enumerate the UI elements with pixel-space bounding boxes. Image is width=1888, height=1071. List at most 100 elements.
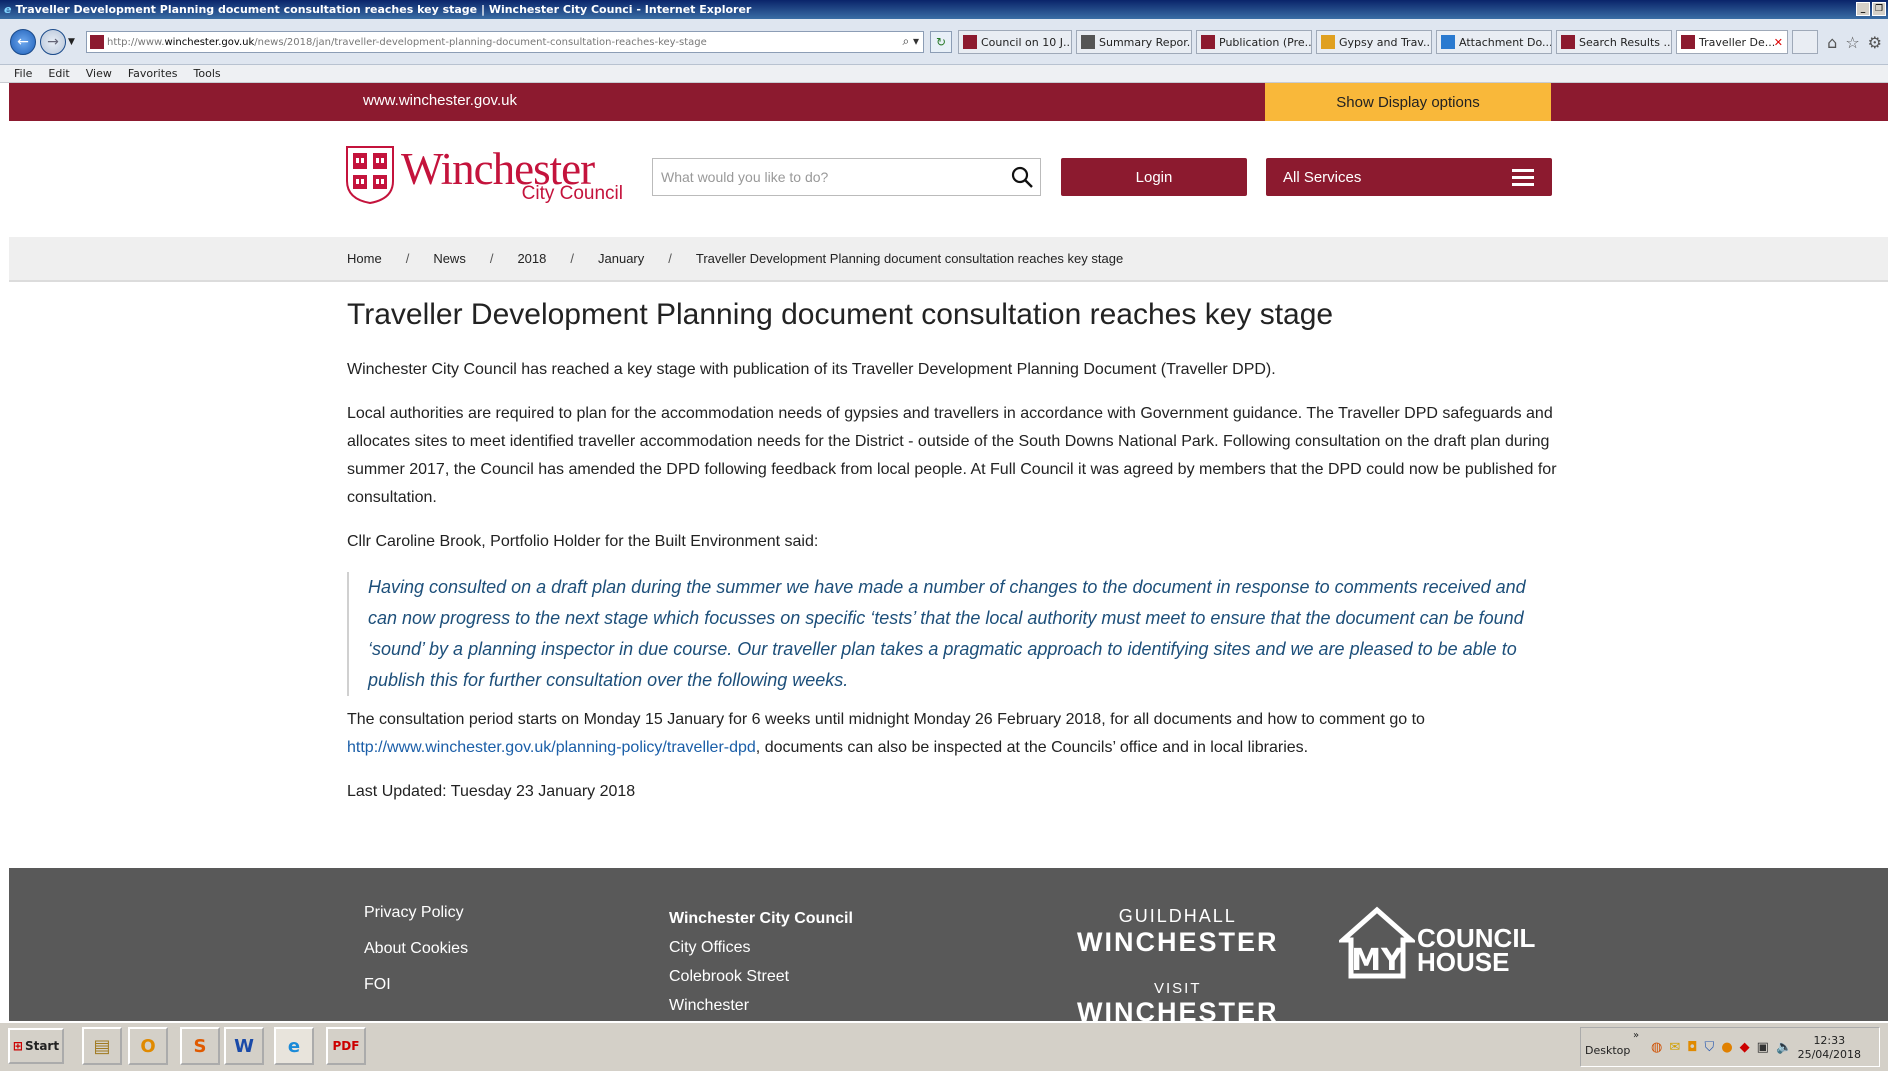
all-services-button[interactable]: All Services [1266, 158, 1552, 196]
menu-edit[interactable]: Edit [48, 67, 69, 80]
tab-2[interactable]: Summary Repor... [1076, 30, 1192, 54]
tab-favicon-icon [1441, 35, 1455, 49]
breadcrumb-separator: / [489, 251, 494, 266]
window-title: Traveller Development Planning document … [15, 3, 752, 16]
new-tab-button[interactable] [1792, 30, 1818, 54]
word-icon[interactable]: W [224, 1027, 264, 1065]
about-cookies-link[interactable]: About Cookies [364, 940, 468, 958]
tab-favicon-icon [1681, 35, 1695, 49]
forward-button[interactable]: → [40, 29, 66, 55]
start-button[interactable]: ⊞ Start [8, 1028, 64, 1064]
close-tab-icon[interactable]: ✕ [1774, 36, 1783, 49]
last-updated: Last Updated: Tuesday 23 January 2018 [347, 783, 636, 800]
footer-address: Winchester City Council City Offices Col… [669, 910, 853, 1014]
network-icon[interactable]: ▣ [1757, 1040, 1769, 1055]
breadcrumb-current: Traveller Development Planning document … [695, 251, 1124, 266]
tab-favicon-icon [1561, 35, 1575, 49]
menu-file[interactable]: File [14, 67, 32, 80]
clock[interactable]: 12:33 25/04/2018 [1798, 1034, 1861, 1062]
search-icon[interactable] [1010, 165, 1034, 189]
house-icon: MY [1339, 906, 1415, 979]
tab-7-active[interactable]: Traveller De... ✕ [1676, 30, 1788, 54]
restore-button[interactable]: ❐ [1872, 2, 1886, 16]
logo-subtitle: City Council [521, 183, 623, 204]
site-footer: Privacy Policy About Cookies FOI Winches… [9, 868, 1888, 1021]
browser-menu-bar: File Edit View Favorites Tools [0, 65, 1888, 83]
mail-icon[interactable]: ✉ [1669, 1040, 1680, 1055]
outlook-tray-icon[interactable]: ◘ [1687, 1040, 1697, 1055]
breadcrumb-january[interactable]: January [598, 251, 644, 266]
all-services-label: All Services [1283, 168, 1362, 186]
menu-favorites[interactable]: Favorites [128, 67, 178, 80]
site-logo[interactable]: Winchester City Council [345, 143, 631, 207]
minimize-button[interactable]: _ [1856, 2, 1870, 16]
article-paragraph-1: Winchester City Council has reached a ke… [347, 361, 1276, 378]
article-paragraph-3: Cllr Caroline Brook, Portfolio Holder fo… [347, 533, 819, 550]
back-button[interactable]: ← [10, 29, 36, 55]
address-prefix: http://www. [107, 36, 165, 48]
system-tray: Desktop » ◍ ✉ ◘ ⛉ ● ◆ ▣ 🔈 12:33 25/04/20… [1580, 1027, 1880, 1067]
breadcrumb-separator: / [570, 251, 574, 266]
article-paragraph-2: Local authorities are required to plan f… [347, 405, 1557, 506]
tab-1[interactable]: Council on 10 J... [958, 30, 1072, 54]
search-placeholder: What would you like to do? [661, 169, 829, 185]
display-options-button[interactable]: Show Display options [1265, 83, 1551, 121]
tab-favicon-icon [1081, 35, 1095, 49]
site-favicon-icon [90, 35, 104, 49]
toolbar-expand-icon[interactable]: » [1633, 1030, 1639, 1041]
page-viewport: www.winchester.gov.uk Show Display optio… [9, 83, 1888, 1021]
tab-favicon-icon [1321, 35, 1335, 49]
foi-link[interactable]: FOI [364, 976, 468, 994]
breadcrumb-2018[interactable]: 2018 [517, 251, 546, 266]
window-title-bar: e Traveller Development Planning documen… [0, 0, 1888, 19]
tray-app-icon[interactable]: ◍ [1651, 1040, 1662, 1055]
site-top-bar: www.winchester.gov.uk Show Display optio… [9, 83, 1888, 121]
shield-icon[interactable]: ⛉ [1705, 1040, 1715, 1055]
outlook-icon[interactable]: O [128, 1027, 168, 1065]
breadcrumb: Home / News / 2018 / January / Traveller… [9, 237, 1888, 282]
search-dropdown-icon[interactable]: ⌕ ▾ [902, 34, 919, 49]
address-host: winchester.gov.uk [164, 36, 255, 48]
svg-text:MY: MY [1351, 943, 1404, 978]
update-icon[interactable]: ● [1721, 1040, 1732, 1055]
swirl-app-icon[interactable]: S [180, 1027, 220, 1065]
my-council-house-logo[interactable]: MY COUNCIL HOUSE [1339, 904, 1535, 980]
tab-6[interactable]: Search Results ... [1556, 30, 1672, 54]
pdf-reader-icon[interactable]: PDF [326, 1027, 366, 1065]
visit-winchester-logo[interactable]: VISIT WINCHESTER [1077, 980, 1279, 1021]
hamburger-menu-icon [1512, 169, 1534, 186]
volume-icon[interactable]: 🔈 [1776, 1040, 1792, 1055]
breadcrumb-news[interactable]: News [433, 251, 466, 266]
tab-5[interactable]: Attachment Do... [1436, 30, 1552, 54]
breadcrumb-separator: / [668, 251, 672, 266]
windows-taskbar: ⊞ Start ▤ O S W e PDF Desktop » ◍ ✉ ◘ ⛉ ●… [0, 1021, 1888, 1071]
tab-4[interactable]: Gypsy and Trav... [1316, 30, 1432, 54]
history-dropdown-icon[interactable]: ▼ [68, 37, 75, 47]
desktop-toolbar[interactable]: Desktop [1585, 1044, 1630, 1057]
search-input[interactable]: What would you like to do? [652, 158, 1041, 196]
tab-favicon-icon [1201, 35, 1215, 49]
site-url-link[interactable]: www.winchester.gov.uk [363, 92, 517, 109]
file-explorer-icon[interactable]: ▤ [82, 1027, 122, 1065]
tab-3[interactable]: Publication (Pre... [1196, 30, 1312, 54]
address-bar[interactable]: http://www. winchester.gov.uk/news/2018/j… [86, 31, 924, 53]
address-path: /news/2018/jan/traveller-development-pla… [254, 36, 707, 48]
guildhall-winchester-logo[interactable]: GUILDHALL WINCHESTER [1077, 906, 1279, 958]
alert-icon[interactable]: ◆ [1740, 1040, 1750, 1055]
refresh-icon[interactable]: ↻ [930, 31, 952, 53]
gear-icon[interactable]: ⚙ [1868, 33, 1882, 52]
login-button[interactable]: Login [1061, 158, 1247, 196]
home-icon[interactable]: ⌂ [1827, 33, 1837, 52]
crest-icon [346, 146, 394, 205]
ie-icon: e [4, 3, 12, 16]
privacy-policy-link[interactable]: Privacy Policy [364, 904, 468, 922]
menu-tools[interactable]: Tools [194, 67, 221, 80]
internet-explorer-icon[interactable]: e [274, 1027, 314, 1065]
site-header: Winchester City Council What would you l… [9, 121, 1888, 237]
browser-nav-bar: ← → ▼ http://www. winchester.gov.uk/news/… [0, 19, 1888, 65]
breadcrumb-home[interactable]: Home [347, 251, 382, 266]
menu-view[interactable]: View [86, 67, 112, 80]
favorites-icon[interactable]: ☆ [1845, 33, 1859, 52]
traveller-dpd-link[interactable]: http://www.winchester.gov.uk/planning-po… [347, 739, 756, 756]
article-quote: Having consulted on a draft plan during … [347, 572, 1557, 696]
